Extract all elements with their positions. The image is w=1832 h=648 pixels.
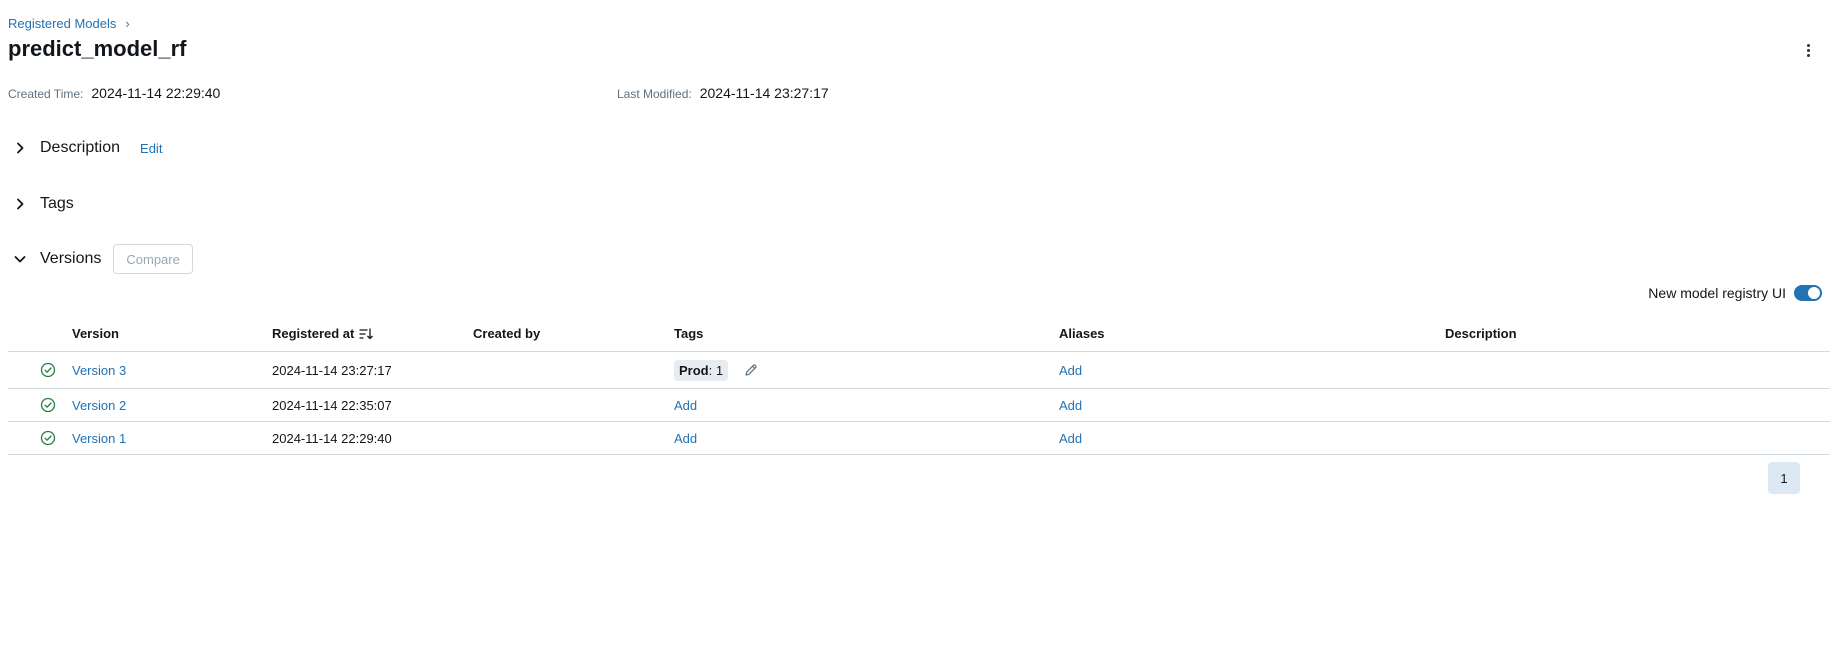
table-row: Version 1 2024-11-14 22:29:40 Add Add (8, 422, 1830, 455)
created-time-value: 2024-11-14 22:29:40 (91, 85, 221, 101)
description-section-title: Description (40, 139, 121, 156)
add-alias-link[interactable]: Add (1059, 389, 1082, 421)
tags-cell: Prod: 1 (674, 352, 758, 388)
tag-key: Prod (679, 362, 709, 378)
table-row: Version 3 2024-11-14 23:27:17 Prod: 1 Ad… (8, 352, 1830, 389)
pagination-page-button[interactable]: 1 (1768, 462, 1800, 494)
new-registry-ui-label: New model registry UI (1648, 285, 1786, 301)
created-time: Created Time: 2024-11-14 22:29:40 (8, 85, 220, 101)
chevron-right-icon[interactable] (8, 136, 32, 160)
page-title: predict_model_rf (8, 36, 187, 61)
model-page: Registered Models › predict_model_rf Cre… (0, 0, 1832, 648)
version-link[interactable]: Version 3 (72, 352, 126, 388)
tags-section-header[interactable]: Tags (8, 192, 74, 216)
chevron-right-icon: › (125, 16, 130, 31)
description-section-header[interactable]: Description Edit (8, 136, 162, 160)
header-created-by: Created by (473, 326, 541, 341)
header-registered-label: Registered at (272, 326, 355, 341)
add-alias-link[interactable]: Add (1059, 422, 1082, 454)
tag-value: : 1 (708, 362, 724, 378)
chevron-down-icon[interactable] (8, 247, 32, 271)
header-version: Version (72, 326, 119, 341)
last-modified: Last Modified: 2024-11-14 23:27:17 (617, 85, 829, 101)
header-aliases: Aliases (1059, 326, 1105, 341)
last-modified-value: 2024-11-14 23:27:17 (699, 85, 829, 101)
chevron-right-icon[interactable] (8, 192, 32, 216)
registered-at-value: 2024-11-14 22:35:07 (272, 397, 392, 413)
check-circle-icon (40, 389, 56, 421)
header-registered-at[interactable]: Registered at (272, 316, 374, 351)
last-modified-label: Last Modified: (617, 87, 692, 101)
add-tag-link[interactable]: Add (674, 422, 697, 454)
table-header: Version Registered at Created by Tags Al… (8, 316, 1830, 352)
pencil-icon[interactable] (744, 363, 758, 377)
sort-descending-icon[interactable] (359, 327, 374, 340)
header-description: Description (1445, 326, 1517, 341)
kebab-menu-icon[interactable] (1800, 40, 1816, 60)
versions-table: Version Registered at Created by Tags Al… (8, 316, 1830, 455)
tag-chip: Prod: 1 (674, 359, 729, 381)
check-circle-icon (40, 352, 56, 388)
add-tag-link[interactable]: Add (674, 389, 697, 421)
compare-button[interactable]: Compare (113, 244, 193, 274)
breadcrumb: Registered Models › (8, 16, 130, 31)
check-circle-icon (40, 422, 56, 454)
created-time-label: Created Time: (8, 87, 84, 101)
tags-section-title: Tags (40, 195, 74, 212)
new-registry-ui-toggle[interactable] (1794, 285, 1822, 301)
breadcrumb-registered-models-link[interactable]: Registered Models (8, 16, 116, 31)
table-row: Version 2 2024-11-14 22:35:07 Add Add (8, 389, 1830, 422)
new-registry-ui-toggle-row: New model registry UI (1648, 285, 1822, 301)
registered-at-value: 2024-11-14 22:29:40 (272, 430, 392, 446)
add-alias-link[interactable]: Add (1059, 352, 1082, 388)
edit-description-link[interactable]: Edit (140, 141, 162, 156)
registered-at-value: 2024-11-14 23:27:17 (272, 362, 392, 378)
version-link[interactable]: Version 1 (72, 422, 126, 454)
versions-section-header[interactable]: Versions Compare (8, 244, 193, 274)
version-link[interactable]: Version 2 (72, 389, 126, 421)
header-tags: Tags (674, 326, 704, 341)
versions-section-title: Versions (40, 250, 102, 267)
